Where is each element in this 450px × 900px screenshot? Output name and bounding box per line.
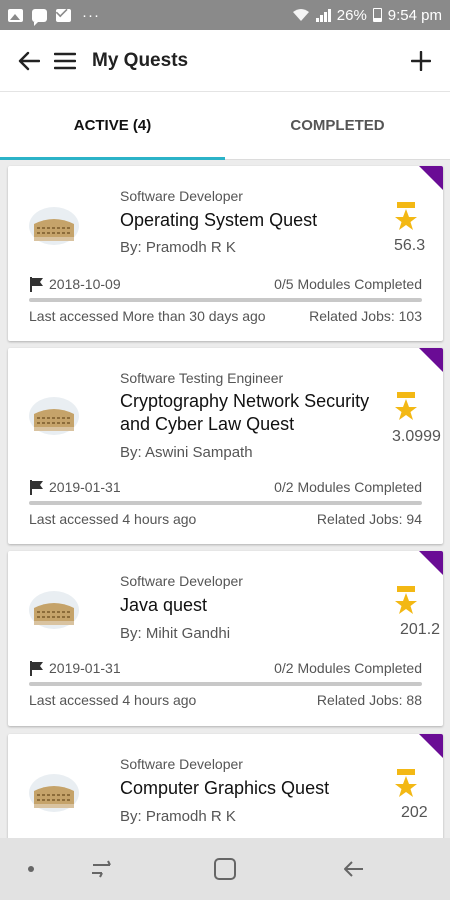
quest-card[interactable]: Software Developer Java quest By: Mihit … [8, 551, 443, 726]
related-jobs: Related Jobs: 88 [316, 692, 422, 708]
quest-date: 2018-10-09 [49, 276, 121, 292]
star-icon [395, 202, 417, 230]
quest-meta: 2018-10-09 0/5 Modules Completed [29, 276, 422, 292]
quest-thumbnail [29, 591, 79, 629]
quest-meta: 2019-01-31 0/2 Modules Completed [29, 660, 422, 676]
quest-title: Cryptography Network Security and Cyber … [120, 391, 370, 434]
quest-date: 2019-01-31 [49, 479, 121, 495]
module-progress-bar [29, 501, 422, 505]
quest-footer: Last accessed 4 hours ago Related Jobs: … [29, 692, 422, 708]
quest-thumbnail [29, 397, 79, 435]
star-icon [395, 392, 417, 420]
quest-score: 202 [401, 804, 428, 821]
quest-footer: Last accessed More than 30 days ago Rela… [29, 308, 422, 324]
quest-role: Software Developer [120, 756, 243, 772]
quest-thumbnail [29, 774, 79, 812]
arrow-left-icon[interactable] [16, 48, 42, 74]
mail-icon [56, 8, 71, 22]
star-icon [395, 769, 417, 797]
tab-bar: ACTIVE (4) COMPLETED [0, 92, 450, 160]
wifi-icon [292, 9, 309, 21]
flag-icon [30, 480, 43, 495]
recent-apps-icon[interactable] [90, 860, 112, 878]
last-accessed: Last accessed More than 30 days ago [29, 308, 266, 324]
image-icon [8, 8, 23, 22]
star-icon [395, 586, 417, 614]
plus-icon[interactable] [408, 48, 434, 74]
quest-modules: 0/2 Modules Completed [274, 660, 422, 676]
corner-marker [419, 348, 443, 372]
corner-marker [419, 551, 443, 575]
quest-footer: Last accessed 4 hours ago Related Jobs: … [29, 511, 422, 527]
quest-score: 3.0999 [392, 428, 441, 445]
last-accessed: Last accessed 4 hours ago [29, 511, 197, 527]
quest-list: Software Developer Operating System Ques… [0, 162, 450, 838]
quest-role: Software Testing Engineer [120, 370, 284, 386]
flag-icon [30, 661, 43, 676]
more-notifications-icon: ··· [82, 6, 100, 24]
nav-dot-icon[interactable] [28, 866, 34, 872]
quest-author: By: Mihit Gandhi [120, 625, 231, 642]
tab-completed[interactable]: COMPLETED [225, 92, 450, 159]
signal-icon [315, 8, 331, 22]
status-bar: ··· 26% 9:54 pm [0, 0, 450, 30]
module-progress-bar [29, 682, 422, 686]
quest-card[interactable]: Software Testing Engineer Cryptography N… [8, 348, 443, 544]
flag-icon [30, 277, 43, 292]
status-system: 26% 9:54 pm [292, 7, 442, 24]
message-icon [32, 8, 47, 26]
hamburger-icon[interactable] [52, 48, 78, 74]
quest-card[interactable]: Software Developer Operating System Ques… [8, 166, 443, 341]
related-jobs: Related Jobs: 94 [316, 511, 422, 527]
module-progress-bar [29, 298, 422, 302]
last-accessed: Last accessed 4 hours ago [29, 692, 197, 708]
quest-meta: 2019-01-31 0/2 Modules Completed [29, 479, 422, 495]
related-jobs: Related Jobs: 103 [309, 308, 422, 324]
tab-active[interactable]: ACTIVE (4) [0, 92, 225, 160]
quest-title: Java quest [120, 595, 208, 615]
quest-score: 56.3 [394, 237, 426, 254]
quest-modules: 0/2 Modules Completed [274, 479, 422, 495]
app-bar: My Quests [0, 30, 450, 92]
system-nav-bar [0, 838, 450, 900]
status-notifications: ··· [8, 6, 100, 26]
quest-modules: 0/5 Modules Completed [274, 276, 422, 292]
quest-title: Operating System Quest [120, 210, 318, 230]
battery-percent: 26% [336, 6, 367, 24]
corner-marker [419, 734, 443, 758]
quest-card[interactable]: Software Developer Computer Graphics Que… [8, 734, 443, 838]
page-title: My Quests [92, 49, 189, 71]
battery-icon [372, 8, 382, 22]
quest-thumbnail [29, 207, 79, 245]
home-icon[interactable] [214, 858, 236, 880]
quest-score: 201.2 [400, 621, 441, 638]
quest-date: 2019-01-31 [49, 660, 121, 676]
back-nav-icon[interactable] [342, 860, 364, 878]
status-time: 9:54 pm [387, 6, 442, 24]
quest-author: By: Pramodh R K [120, 239, 236, 256]
quest-title: Computer Graphics Quest [120, 778, 330, 798]
corner-marker [419, 166, 443, 190]
quest-role: Software Developer [120, 573, 243, 589]
quest-author: By: Pramodh R K [120, 808, 236, 825]
quest-author: By: Aswini Sampath [120, 444, 253, 461]
quest-role: Software Developer [120, 188, 243, 204]
